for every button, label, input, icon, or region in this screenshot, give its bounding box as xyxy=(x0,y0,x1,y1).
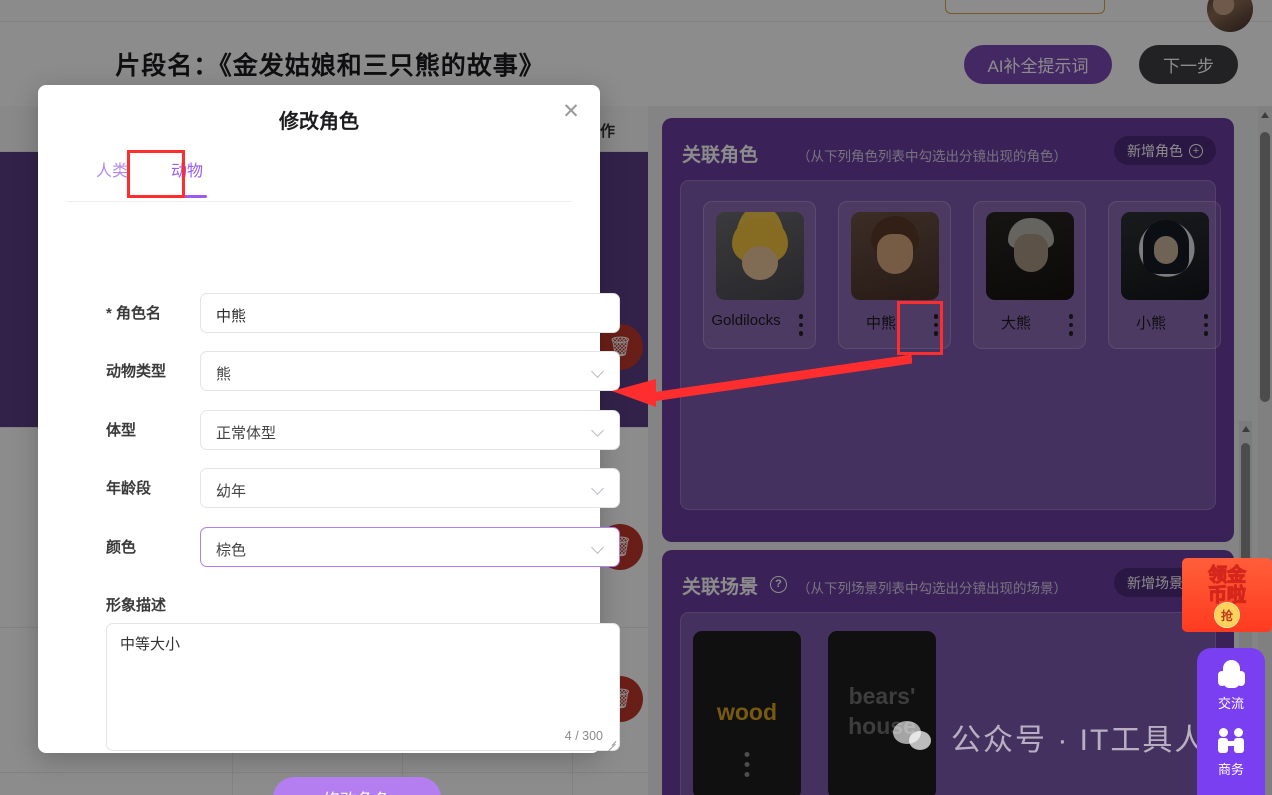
coin-reward-banner[interactable]: 领金 币啦 抢 xyxy=(1182,558,1272,632)
field-label: 体型 xyxy=(106,422,137,439)
tab-human[interactable]: 人类 xyxy=(96,157,128,194)
age-range-value: 幼年 xyxy=(216,483,247,500)
handshake-icon xyxy=(1214,724,1248,758)
chevron-down-icon xyxy=(591,541,604,554)
character-name-input[interactable]: 中熊 xyxy=(200,293,620,333)
field-animal-type: 动物类型 熊 xyxy=(38,351,620,391)
body-type-select[interactable]: 正常体型 xyxy=(200,410,620,450)
field-label: * 角色名 xyxy=(106,305,162,322)
tabs-divider xyxy=(66,201,572,203)
dock-item-business-label: 商务 xyxy=(1217,762,1244,777)
close-icon[interactable]: ✕ xyxy=(558,100,584,126)
field-body-type: 体型 正常体型 xyxy=(38,410,620,450)
annotation-box-kebab-menu xyxy=(897,301,943,355)
dock-item-business[interactable]: 商务 xyxy=(1197,724,1265,778)
description-label: 形象描述 xyxy=(106,597,167,614)
edit-character-dialog: 修改角色 ✕ 人类 动物 * 角色名 中熊 动物类型 熊 体型 正常体型 年龄段… xyxy=(38,85,620,795)
animal-type-value: 熊 xyxy=(216,366,232,383)
dialog-title: 修改角色 xyxy=(279,111,359,133)
character-counter: 4 / 300 xyxy=(564,729,603,743)
coin-grab-button[interactable]: 抢 xyxy=(1214,602,1240,628)
age-range-select[interactable]: 幼年 xyxy=(200,468,620,508)
dock-item-chat-label: 交流 xyxy=(1217,696,1244,711)
chevron-down-icon xyxy=(591,365,604,378)
side-dock: 交流 商务 xyxy=(1197,648,1265,795)
color-value: 棕色 xyxy=(216,542,247,559)
field-label: 年龄段 xyxy=(106,480,152,497)
watermark: 公众号 · IT工具人 xyxy=(893,715,1206,759)
annotation-box-animal-tab xyxy=(127,150,185,198)
field-label: 颜色 xyxy=(106,539,137,556)
field-character-name: * 角色名 中熊 xyxy=(38,293,620,333)
field-label: 动物类型 xyxy=(106,363,167,380)
field-age-range: 年龄段 幼年 xyxy=(38,468,620,508)
chevron-down-icon xyxy=(591,482,604,495)
body-type-value: 正常体型 xyxy=(216,425,277,442)
wechat-icon xyxy=(893,719,939,755)
character-name-value: 中熊 xyxy=(216,308,247,325)
field-color: 颜色 棕色 xyxy=(38,527,620,567)
app-root: 片段名：《金发姑娘和三只熊的故事》 AI补全提示词 下一步 分 操作 🗑 🗑 🗑… xyxy=(0,0,1272,795)
watermark-text: 公众号 · IT工具人 xyxy=(951,724,1207,757)
chevron-down-icon xyxy=(591,424,604,437)
submit-edit-character-button[interactable]: 修改角色 xyxy=(273,777,441,795)
dock-item-chat[interactable]: 交流 xyxy=(1197,658,1265,712)
animal-type-select[interactable]: 熊 xyxy=(200,351,620,391)
description-textarea[interactable]: 中等大小 4 / 300 xyxy=(106,623,620,752)
penguin-icon xyxy=(1214,658,1248,692)
annotation-arrow xyxy=(612,355,912,407)
color-select[interactable]: 棕色 xyxy=(200,527,620,567)
description-value: 中等大小 xyxy=(120,636,181,653)
resize-handle-icon[interactable] xyxy=(606,738,617,752)
